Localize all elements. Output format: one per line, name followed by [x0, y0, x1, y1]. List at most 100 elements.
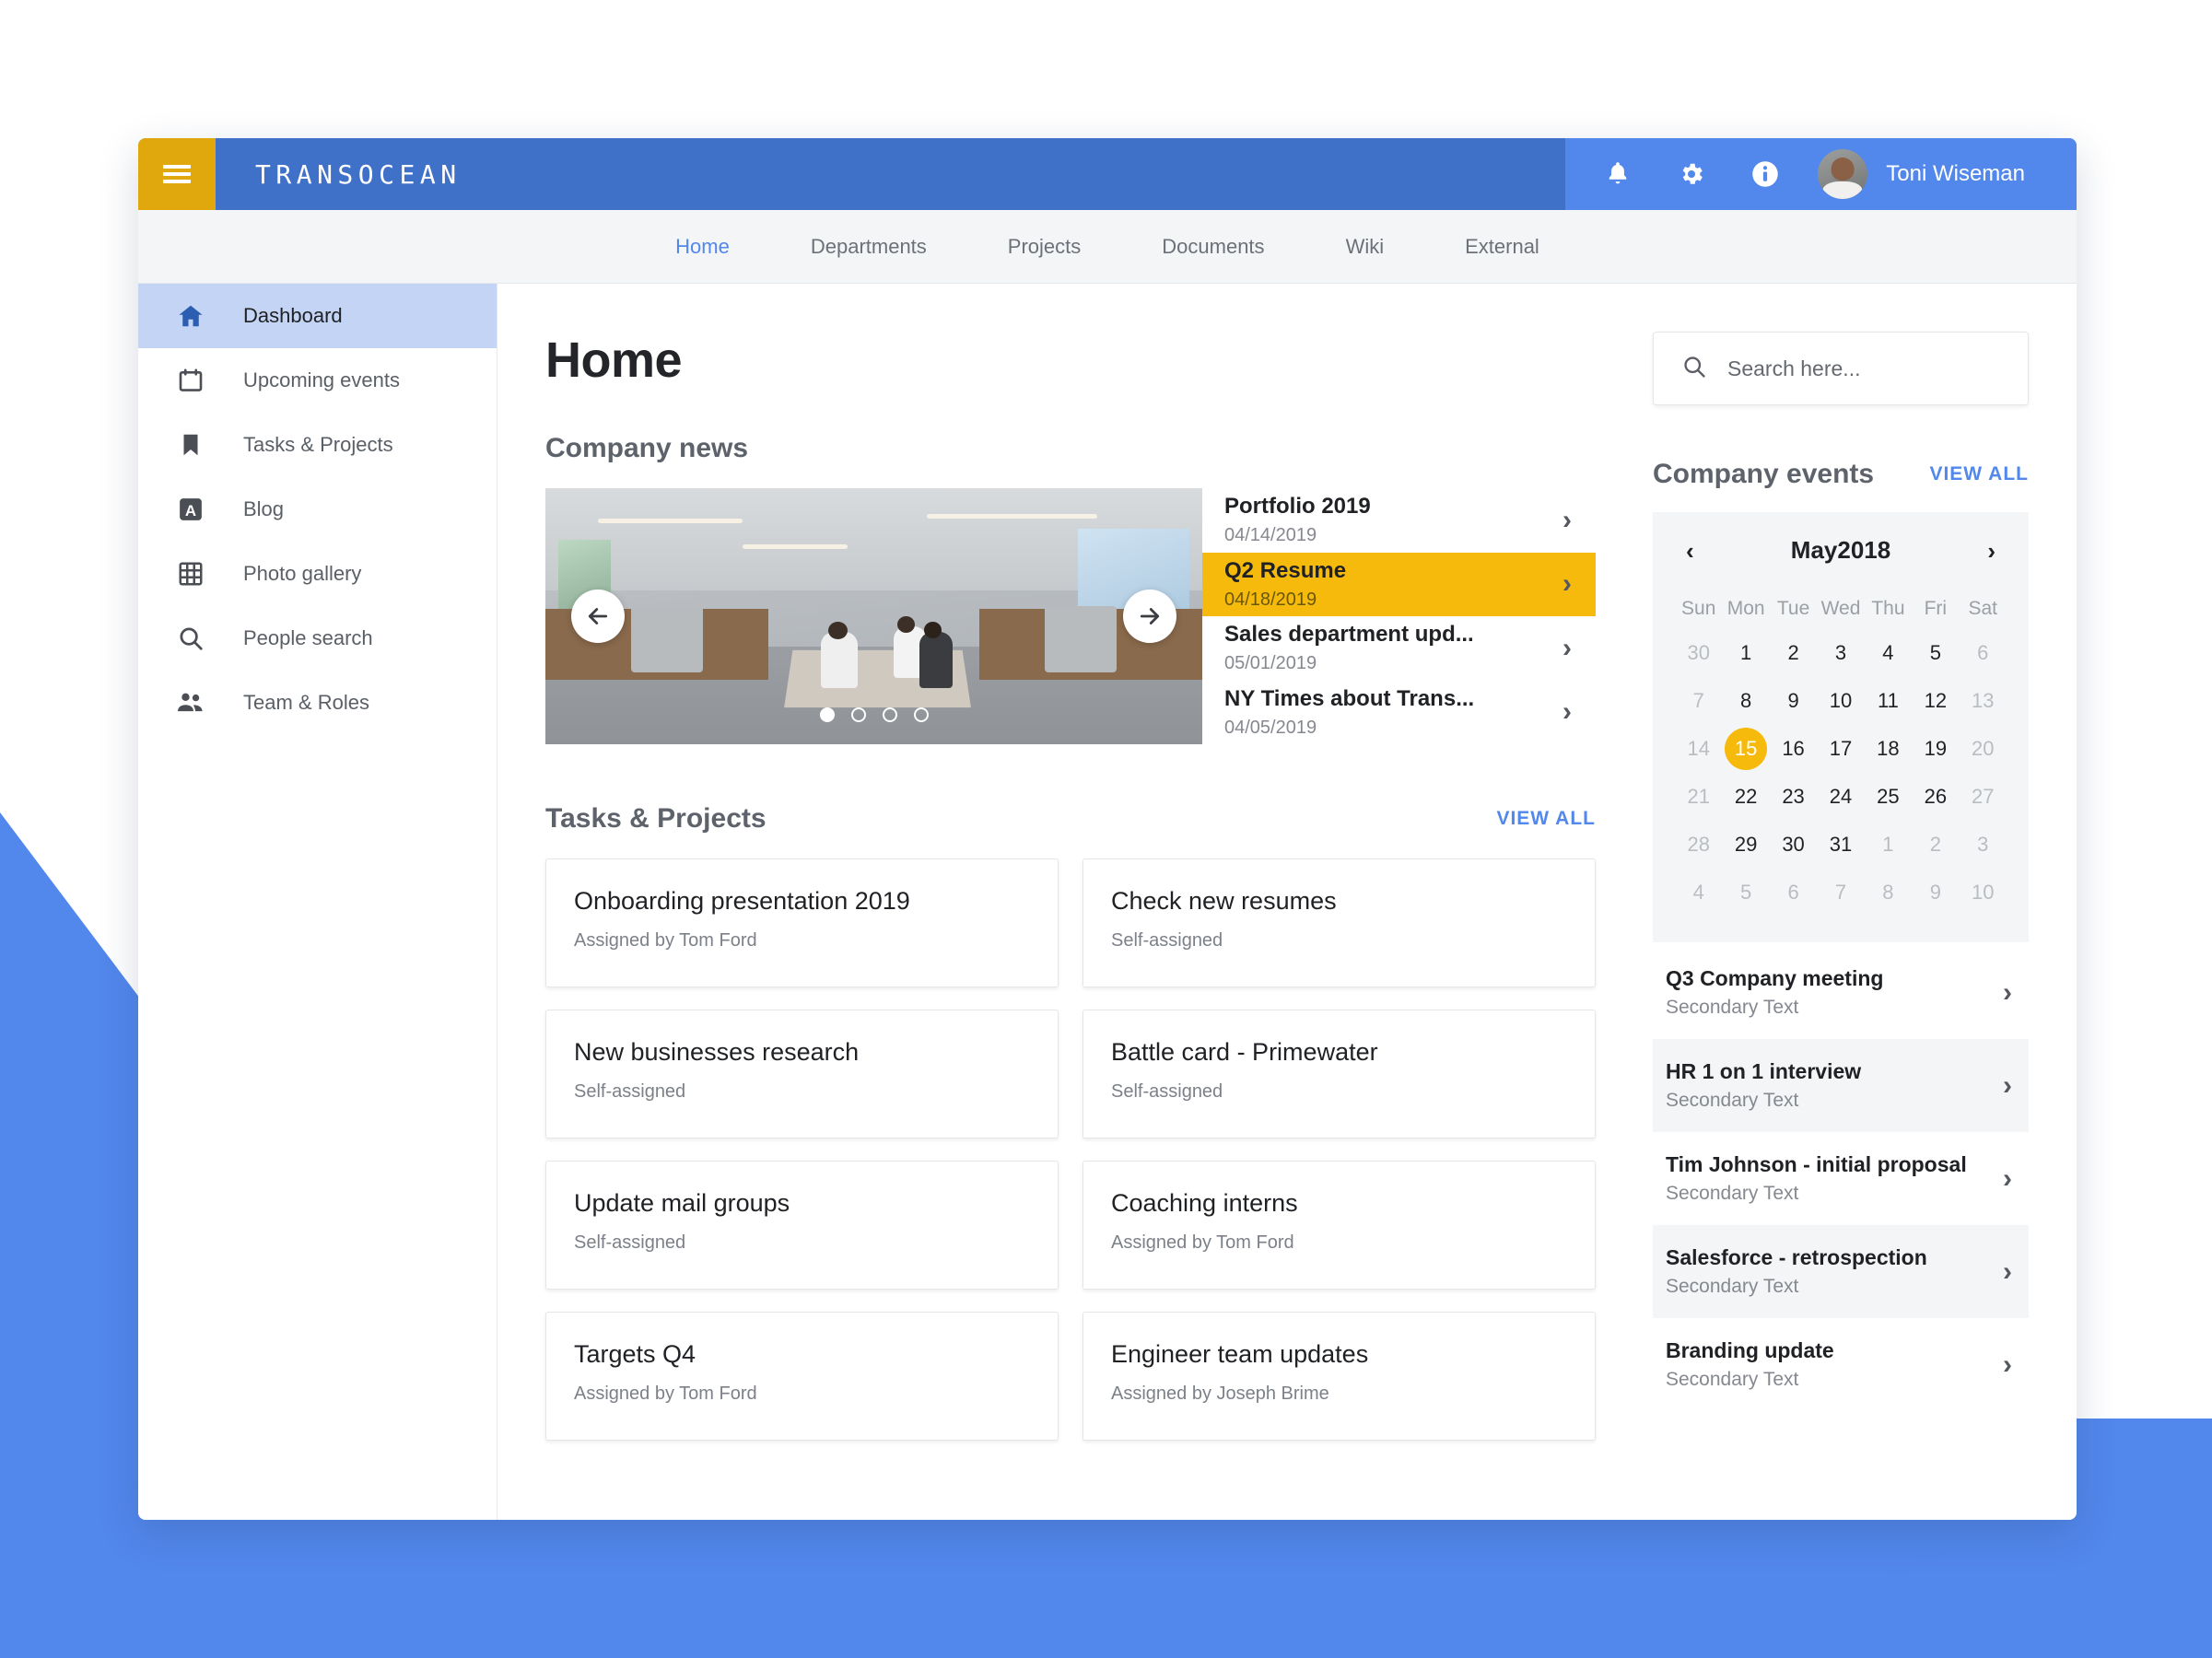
chevron-right-icon: › — [2003, 1349, 2012, 1380]
sidebar-item-photo-gallery[interactable]: Photo gallery — [138, 542, 497, 606]
sidebar: Dashboard Upcoming events Tasks & Projec… — [138, 284, 497, 1520]
news-list-item[interactable]: Portfolio 2019 04/14/2019 › — [1202, 488, 1596, 553]
calendar-day[interactable]: 21 — [1675, 775, 1722, 819]
calendar-day[interactable]: 16 — [1770, 727, 1817, 771]
sidebar-item-dashboard[interactable]: Dashboard — [138, 284, 497, 348]
task-card[interactable]: Engineer team updates Assigned by Joseph… — [1083, 1312, 1596, 1441]
calendar-day[interactable]: 6 — [1770, 870, 1817, 915]
news-item-date: 04/05/2019 — [1224, 717, 1317, 738]
calendar-day[interactable]: 14 — [1675, 727, 1722, 771]
calendar-day[interactable]: 8 — [1722, 679, 1769, 723]
calendar-day[interactable]: 1 — [1865, 823, 1912, 867]
event-list-item[interactable]: Tim Johnson - initial proposal Secondary… — [1653, 1132, 2029, 1225]
task-card[interactable]: Targets Q4 Assigned by Tom Ford — [545, 1312, 1059, 1441]
search-box[interactable] — [1653, 332, 2029, 405]
calendar-day[interactable]: 20 — [1960, 727, 2007, 771]
calendar-day[interactable]: 9 — [1770, 679, 1817, 723]
carousel-prev-button[interactable] — [571, 590, 625, 643]
calendar-day[interactable]: 22 — [1722, 775, 1769, 819]
task-card[interactable]: Update mail groups Self-assigned — [545, 1161, 1059, 1290]
calendar-day[interactable]: 7 — [1817, 870, 1864, 915]
sidebar-item-upcoming-events[interactable]: Upcoming events — [138, 348, 497, 413]
calendar-day[interactable]: 10 — [1817, 679, 1864, 723]
primary-navigation: Home Departments Projects Documents Wiki… — [138, 210, 2077, 284]
calendar-day[interactable]: 5 — [1722, 870, 1769, 915]
carousel-dot[interactable] — [850, 707, 866, 722]
calendar-day[interactable]: 25 — [1865, 775, 1912, 819]
calendar-day[interactable]: 6 — [1960, 631, 2007, 675]
calendar-day[interactable]: 10 — [1960, 870, 2007, 915]
calendar-next-month-button[interactable]: › — [1987, 539, 1995, 563]
calendar-day[interactable]: 26 — [1912, 775, 1959, 819]
calendar-day[interactable]: 29 — [1722, 823, 1769, 867]
calendar-day[interactable]: 12 — [1912, 679, 1959, 723]
task-title: Battle card - Primewater — [1111, 1038, 1378, 1066]
tasks-view-all-link[interactable]: VIEW ALL — [1496, 808, 1596, 830]
calendar-day[interactable]: 19 — [1912, 727, 1959, 771]
calendar-day[interactable]: 17 — [1817, 727, 1864, 771]
user-menu[interactable]: Toni Wiseman — [1818, 149, 2025, 199]
calendar-day[interactable]: 27 — [1960, 775, 2007, 819]
tab-wiki[interactable]: Wiki — [1335, 229, 1396, 264]
event-list-item[interactable]: HR 1 on 1 interview Secondary Text › — [1653, 1039, 2029, 1132]
event-list-item[interactable]: Branding update Secondary Text › — [1653, 1318, 2029, 1411]
calendar-day[interactable]: 28 — [1675, 823, 1722, 867]
info-icon[interactable] — [1750, 158, 1781, 190]
calendar-day[interactable]: 9 — [1912, 870, 1959, 915]
tab-documents[interactable]: Documents — [1151, 229, 1275, 264]
calendar-day[interactable]: 1 — [1722, 631, 1769, 675]
event-list-item[interactable]: Q3 Company meeting Secondary Text › — [1653, 946, 2029, 1039]
calendar-day[interactable]: 4 — [1675, 870, 1722, 915]
carousel-dot[interactable] — [913, 707, 929, 722]
news-list-item[interactable]: NY Times about Trans... 04/05/2019 › — [1202, 680, 1596, 744]
calendar-day[interactable]: 31 — [1817, 823, 1864, 867]
task-card[interactable]: Check new resumes Self-assigned — [1083, 858, 1596, 987]
event-title: HR 1 on 1 interview — [1666, 1059, 1862, 1083]
calendar-day[interactable]: 5 — [1912, 631, 1959, 675]
calendar-day[interactable]: 13 — [1960, 679, 2007, 723]
calendar-day[interactable]: 7 — [1675, 679, 1722, 723]
calendar-day[interactable]: 23 — [1770, 775, 1817, 819]
calendar-day[interactable]: 3 — [1960, 823, 2007, 867]
sidebar-item-team-roles[interactable]: Team & Roles — [138, 671, 497, 735]
carousel-next-button[interactable] — [1123, 590, 1176, 643]
calendar-day[interactable]: 30 — [1675, 631, 1722, 675]
news-item-title: Q2 Resume — [1224, 557, 1347, 583]
carousel-dot[interactable] — [882, 707, 897, 722]
news-list-item[interactable]: Sales department upd... 05/01/2019 › — [1202, 616, 1596, 681]
news-list-item[interactable]: Q2 Resume 04/18/2019 › — [1202, 552, 1596, 616]
notifications-icon[interactable] — [1602, 158, 1633, 190]
calendar-prev-month-button[interactable]: ‹ — [1686, 539, 1694, 563]
tab-projects[interactable]: Projects — [997, 229, 1092, 264]
news-item-title: Sales department upd... — [1224, 622, 1474, 648]
calendar-day[interactable]: 2 — [1770, 631, 1817, 675]
carousel-dot[interactable] — [819, 707, 835, 722]
task-card[interactable]: Battle card - Primewater Self-assigned — [1083, 1010, 1596, 1138]
calendar-day[interactable]: 18 — [1865, 727, 1912, 771]
calendar-day-selected[interactable]: 15 — [1722, 727, 1769, 771]
task-card[interactable]: Onboarding presentation 2019 Assigned by… — [545, 858, 1059, 987]
hamburger-menu-button[interactable] — [138, 138, 216, 210]
task-assignee: Assigned by Tom Ford — [574, 1384, 757, 1404]
calendar-day[interactable]: 4 — [1865, 631, 1912, 675]
task-card[interactable]: New businesses research Self-assigned — [545, 1010, 1059, 1138]
events-view-all-link[interactable]: VIEW ALL — [1929, 463, 2029, 485]
calendar-day[interactable]: 11 — [1865, 679, 1912, 723]
tab-external[interactable]: External — [1454, 229, 1551, 264]
calendar-day[interactable]: 2 — [1912, 823, 1959, 867]
settings-icon[interactable] — [1676, 158, 1707, 190]
calendar-day[interactable]: 3 — [1817, 631, 1864, 675]
sidebar-item-people-search[interactable]: People search — [138, 606, 497, 671]
search-input[interactable] — [1727, 356, 2000, 381]
app-body: Dashboard Upcoming events Tasks & Projec… — [138, 284, 2077, 1520]
event-list-item[interactable]: Salesforce - retrospection Secondary Tex… — [1653, 1225, 2029, 1318]
calendar-day[interactable]: 24 — [1817, 775, 1864, 819]
tab-departments[interactable]: Departments — [800, 229, 938, 264]
sidebar-item-tasks-projects[interactable]: Tasks & Projects — [138, 413, 497, 477]
tab-home[interactable]: Home — [664, 229, 741, 264]
task-card[interactable]: Coaching interns Assigned by Tom Ford — [1083, 1161, 1596, 1290]
sidebar-item-blog[interactable]: A Blog — [138, 477, 497, 542]
calendar-day[interactable]: 30 — [1770, 823, 1817, 867]
calendar-widget: ‹ May2018 › Sun Mon Tue Wed Thu Fri Sat … — [1653, 512, 2029, 942]
calendar-day[interactable]: 8 — [1865, 870, 1912, 915]
